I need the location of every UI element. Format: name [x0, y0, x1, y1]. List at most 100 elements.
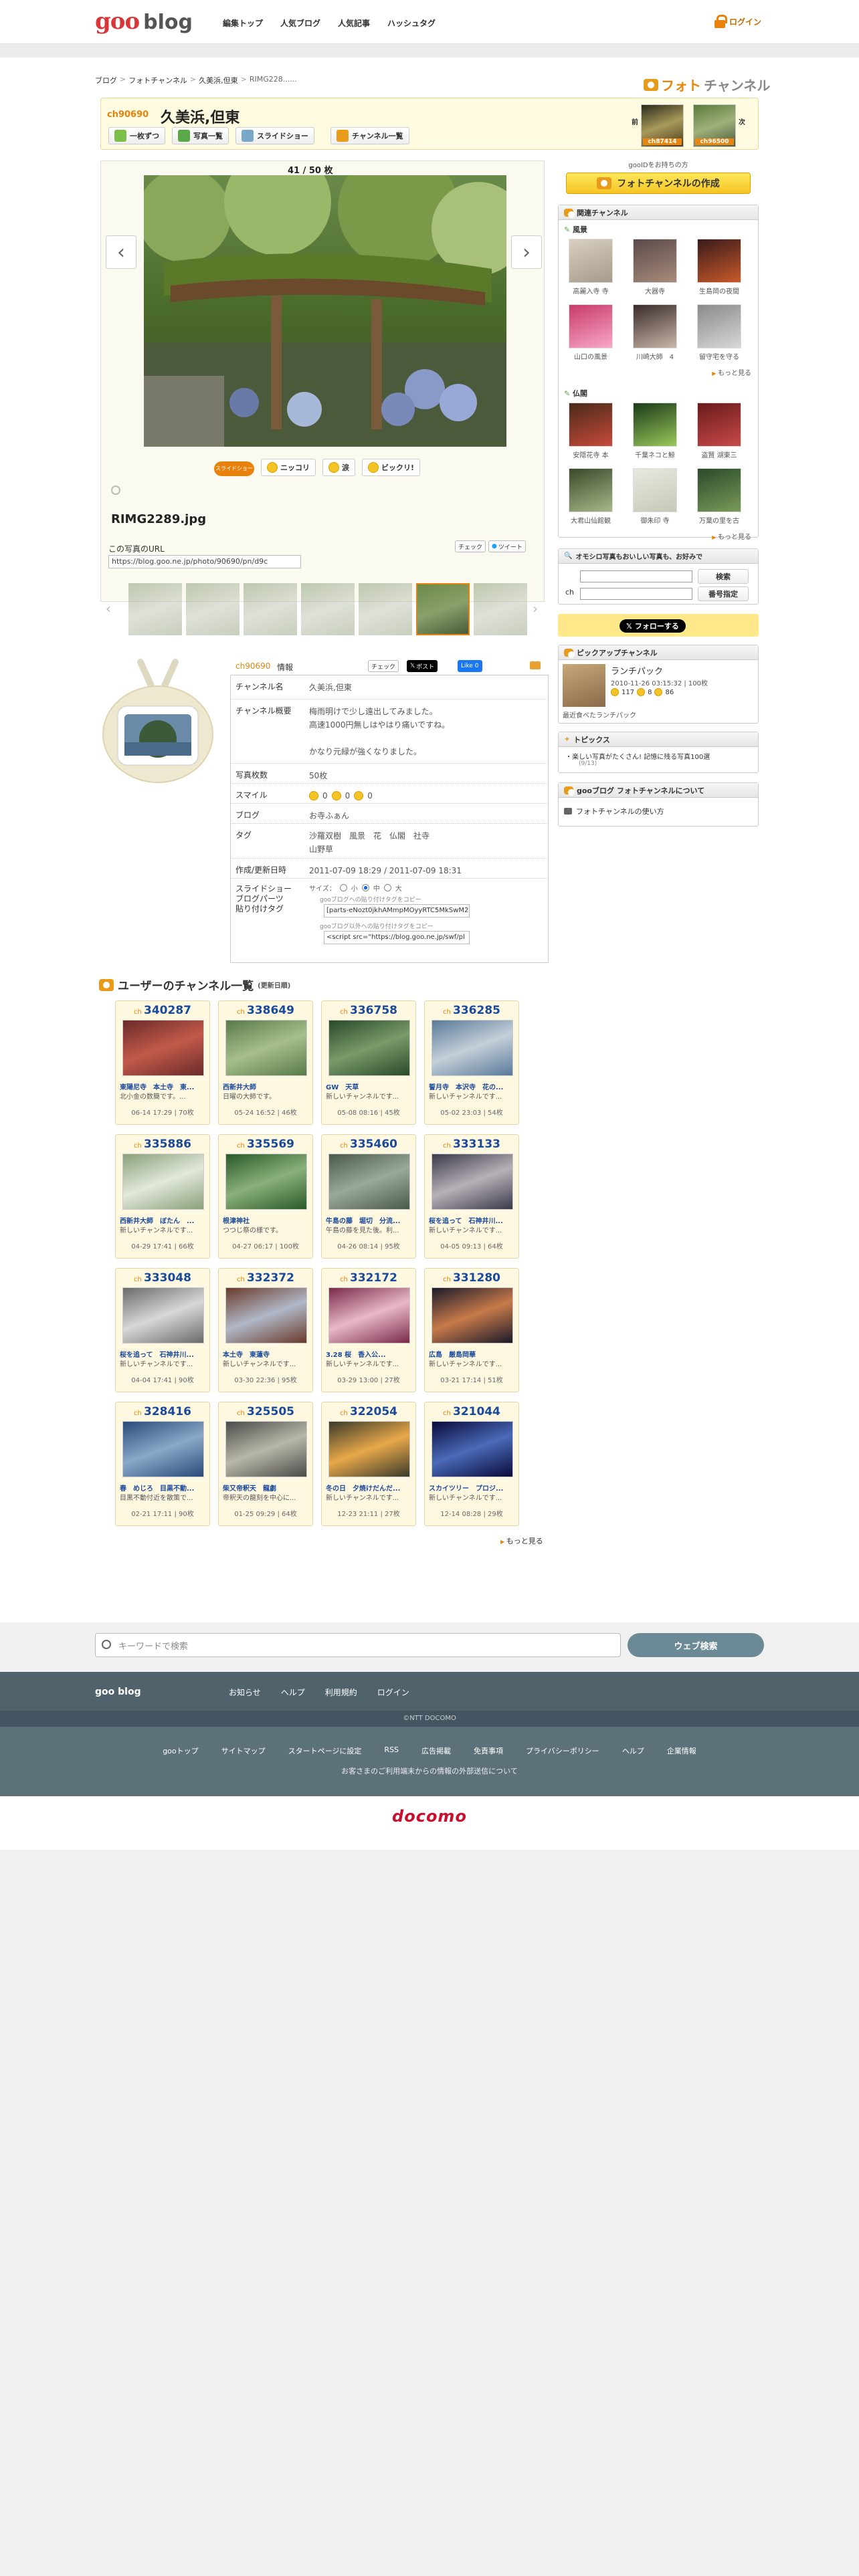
- breadcrumb-photochannel[interactable]: フォトチャンネル: [128, 75, 187, 86]
- card-thumbnail[interactable]: [328, 1020, 410, 1076]
- related-channel-tile[interactable]: 万葉の里を古: [687, 464, 751, 530]
- user-channel-card[interactable]: ch 335460 牛島の藤 堀切 分流... 午島の藤を見た後。利... 04-26…: [321, 1134, 416, 1259]
- strip-right-icon[interactable]: ›: [533, 601, 538, 617]
- goo-tag-field[interactable]: [parts-eNozt0jkhAMmpMOyyRTC5MkSwM2: [324, 904, 470, 918]
- create-channel-button[interactable]: フォトチャンネルの作成: [566, 173, 751, 194]
- user-channel-card[interactable]: ch 328416 春 めじろ 目黒不動... 目黒不動付近を散策で... 02-21…: [115, 1402, 210, 1526]
- docomo-logo[interactable]: docomo: [0, 1807, 859, 1826]
- footer-login[interactable]: ログイン: [377, 1687, 409, 1698]
- topics-item[interactable]: ・楽しい写真がたくさん! 記憶に残る写真100選: [565, 751, 710, 761]
- card-title[interactable]: 3.28 桜 香入公...: [326, 1349, 411, 1359]
- card-thumbnail[interactable]: [122, 1154, 204, 1210]
- card-thumbnail[interactable]: [432, 1020, 513, 1076]
- footer-link[interactable]: スタートページに設定: [288, 1745, 362, 1756]
- related-channel-tile[interactable]: 盗賢 湖東三: [687, 399, 751, 464]
- info-check-button[interactable]: チェック: [368, 660, 399, 672]
- more-link-temples[interactable]: もっと見る: [559, 530, 758, 542]
- strip-thumb[interactable]: [128, 583, 182, 635]
- card-title[interactable]: 西新井大師 ぼたん ...: [120, 1215, 205, 1225]
- related-channel-tile[interactable]: 大器寺: [623, 235, 687, 300]
- tag-list[interactable]: 山野草: [309, 845, 333, 854]
- login-link[interactable]: ログイン: [714, 15, 761, 28]
- footer-link[interactable]: RSS: [384, 1745, 399, 1756]
- nav-hashtag[interactable]: ハッシュタグ: [387, 17, 436, 29]
- follow-button[interactable]: 𝕏 フォローする: [619, 619, 686, 633]
- other-tag-field[interactable]: <script src="https://blog.goo.ne.jp/swf/…: [324, 931, 470, 944]
- pickup-name[interactable]: ランチパック: [611, 664, 663, 677]
- x-post-button[interactable]: 𝕏 ポスト: [407, 660, 438, 672]
- related-channel-tile[interactable]: 高麗入寺 寺: [559, 235, 623, 300]
- nav-edit-top[interactable]: 編集トップ: [223, 17, 263, 29]
- footer-news[interactable]: お知らせ: [229, 1687, 261, 1698]
- user-channel-card[interactable]: ch 336758 GW 天草 新しいチャンネルです... 05-08 08:16 |…: [321, 1000, 416, 1125]
- prev-photo-button[interactable]: ‹: [106, 235, 136, 269]
- pickup-thumb[interactable]: [563, 664, 605, 707]
- card-thumbnail[interactable]: [328, 1421, 410, 1477]
- web-search-button[interactable]: ウェブ検索: [628, 1633, 764, 1657]
- size-small-radio[interactable]: [339, 884, 347, 891]
- mail-icon[interactable]: [530, 661, 541, 669]
- related-channel-tile[interactable]: 留守宅を守る: [687, 300, 751, 366]
- card-title[interactable]: 桜を追って 石神井川...: [120, 1349, 205, 1359]
- strip-thumb[interactable]: [359, 583, 412, 635]
- footer-note[interactable]: お客さまのご利用端末からの情報の外部送信について: [0, 1765, 859, 1776]
- one-by-one-button[interactable]: 一枚ずつ: [108, 127, 165, 144]
- strip-thumb[interactable]: [244, 583, 297, 635]
- footer-link[interactable]: プライバシーポリシー: [526, 1745, 599, 1756]
- slideshow-button[interactable]: スライドショー: [235, 127, 314, 144]
- strip-left-icon[interactable]: ‹: [106, 601, 111, 617]
- card-title[interactable]: 広島 厳島岡華: [429, 1349, 514, 1359]
- related-channel-tile[interactable]: 御朱印 寺: [623, 464, 687, 530]
- card-thumbnail[interactable]: [122, 1287, 204, 1344]
- user-channel-card[interactable]: ch 331280 広島 厳島岡華 新しいチャンネルです... 03-21 17:14…: [424, 1268, 519, 1392]
- card-thumbnail[interactable]: [225, 1020, 307, 1076]
- check-button[interactable]: チェック: [455, 540, 486, 552]
- card-thumbnail[interactable]: [122, 1421, 204, 1477]
- photo-list-button[interactable]: 写真一覧: [172, 127, 229, 144]
- user-channel-card[interactable]: ch 332172 3.28 桜 香入公... 新しいチャンネルです... 03-29…: [321, 1268, 416, 1392]
- strip-thumb[interactable]: [301, 583, 355, 635]
- nav-popular-blogs[interactable]: 人気ブログ: [280, 17, 320, 29]
- card-thumbnail[interactable]: [328, 1287, 410, 1344]
- breadcrumb-channel[interactable]: 久美浜,但東: [199, 75, 238, 86]
- card-title[interactable]: 根津神社: [223, 1215, 308, 1225]
- web-search-input[interactable]: キーワードで検索: [95, 1633, 621, 1657]
- channel-number-input[interactable]: [580, 588, 692, 600]
- related-channel-tile[interactable]: 生島岡の夜間: [687, 235, 751, 300]
- user-channel-card[interactable]: ch 333048 桜を追って 石神井川... 新しいチャンネルです... 04-04…: [115, 1268, 210, 1392]
- more-user-channels[interactable]: もっと見る: [500, 1535, 543, 1546]
- smile-button[interactable]: ニッコリ: [261, 459, 316, 476]
- card-thumbnail[interactable]: [432, 1421, 513, 1477]
- footer-link[interactable]: サイトマップ: [221, 1745, 266, 1756]
- footer-help[interactable]: ヘルプ: [281, 1687, 305, 1698]
- card-title[interactable]: 柴又帝釈天 龍劇: [223, 1483, 308, 1493]
- footer-link[interactable]: gooトップ: [163, 1745, 198, 1756]
- footer-terms[interactable]: 利用規約: [325, 1687, 357, 1698]
- prev-channel-thumb[interactable]: ch87414: [641, 104, 684, 147]
- main-photo[interactable]: [144, 175, 506, 447]
- card-thumbnail[interactable]: [225, 1287, 307, 1344]
- card-thumbnail[interactable]: [432, 1287, 513, 1344]
- user-channel-card[interactable]: ch 340287 東陽尼寺 本土寺 東... 北小金の数簡です。... 06-14 …: [115, 1000, 210, 1125]
- related-channel-tile[interactable]: 川崎大師 4: [623, 300, 687, 366]
- card-title[interactable]: 冬の日 夕焼けだんだ...: [326, 1483, 411, 1493]
- size-medium-radio[interactable]: [361, 884, 369, 891]
- breadcrumb-blog[interactable]: ブログ: [95, 75, 117, 86]
- user-channel-card[interactable]: ch 338649 西新井大師 日曜の大師です。 05-24 16:52 | 46枚: [218, 1000, 313, 1125]
- blog-link[interactable]: お寺ふぁん: [309, 809, 349, 823]
- card-title[interactable]: 西新井大師: [223, 1081, 308, 1091]
- surprise-button[interactable]: ビックリ!: [362, 459, 421, 476]
- footer-link[interactable]: ヘルプ: [622, 1745, 644, 1756]
- user-channel-card[interactable]: ch 333133 桜を追って 石神井川... 新しいチャンネルです... 04-05…: [424, 1134, 519, 1259]
- footer-link[interactable]: 免責事項: [474, 1745, 503, 1756]
- card-title[interactable]: 本土寺 東蓮寺: [223, 1349, 308, 1359]
- user-channel-card[interactable]: ch 325505 柴又帝釈天 龍劇 帝釈天の龍刻を中心に... 01-25 09:2…: [218, 1402, 313, 1526]
- user-channel-card[interactable]: ch 322054 冬の日 夕焼けだんだ... 新しいチャンネルです... 12-23…: [321, 1402, 416, 1526]
- strip-thumb[interactable]: [186, 583, 240, 635]
- comment-icon[interactable]: [111, 486, 120, 495]
- user-channel-card[interactable]: ch 335569 根津神社 つつじ祭の様です。 04-27 06:17 | 100枚: [218, 1134, 313, 1259]
- card-thumbnail[interactable]: [432, 1154, 513, 1210]
- footer-link[interactable]: 広告掲載: [421, 1745, 451, 1756]
- card-title[interactable]: 東陽尼寺 本土寺 東...: [120, 1081, 205, 1091]
- strip-thumb[interactable]: [474, 583, 527, 635]
